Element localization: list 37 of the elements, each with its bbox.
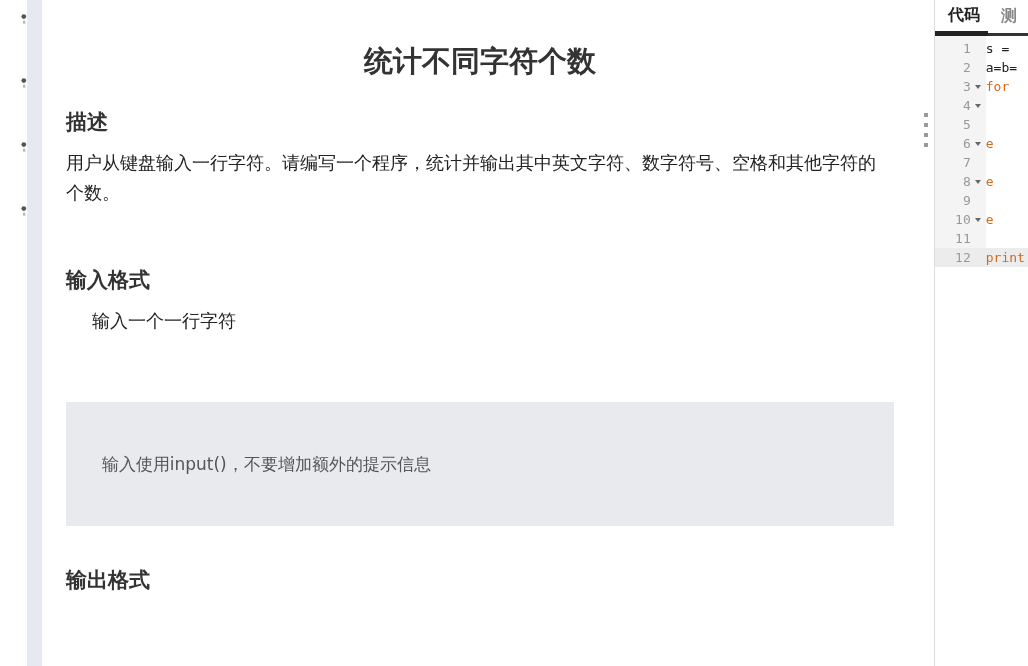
sidebar-icon[interactable]	[18, 76, 27, 90]
sidebar-icon[interactable]	[18, 140, 27, 154]
code-text: a=b=	[985, 60, 1018, 75]
fold-icon[interactable]	[975, 217, 982, 222]
line-number: 1	[961, 41, 971, 56]
line-number: 11	[954, 231, 971, 246]
fold-icon[interactable]	[975, 84, 982, 89]
problem-title: 统计不同字符个数	[362, 43, 597, 80]
line-number: 5	[961, 117, 971, 132]
note-text: 输入使用input()，不要增加额外的提示信息	[101, 452, 431, 476]
fold-icon[interactable]	[975, 179, 982, 184]
line-number: 6	[961, 136, 971, 151]
line-number: 7	[961, 155, 971, 170]
sidebar-icon[interactable]	[18, 12, 27, 26]
fold-icon[interactable]	[975, 141, 982, 146]
section-heading: 描述	[65, 109, 109, 136]
fold-icon[interactable]	[975, 103, 982, 108]
editor-tab[interactable]: 测	[987, 0, 1025, 33]
line-number: 3	[961, 79, 971, 94]
line-number: 4	[961, 98, 971, 113]
input-format-text: 输入一个一行字符	[90, 309, 237, 333]
section-heading: 输入格式	[65, 267, 151, 294]
line-number: 8	[961, 174, 971, 189]
line-number: 12	[954, 250, 971, 265]
sidebar-icon[interactable]	[18, 204, 27, 218]
description-text: 用户从键盘输入一行字符。请编写一个程序，统计并输出其中英文字符、数字符号、空格和其他字符的个数。	[65, 151, 877, 205]
line-number: 9	[961, 193, 971, 208]
drag-handle-icon[interactable]	[923, 113, 928, 147]
line-number: 10	[954, 212, 971, 227]
line-number: 2	[961, 60, 971, 75]
code-text: e	[985, 212, 994, 227]
section-heading: 输出格式	[65, 567, 151, 594]
code-text: s =	[985, 41, 1010, 56]
code-text: print	[985, 250, 1025, 265]
code-text: e	[985, 174, 994, 189]
code-text: e	[985, 136, 994, 151]
code-text: for	[985, 79, 1010, 94]
